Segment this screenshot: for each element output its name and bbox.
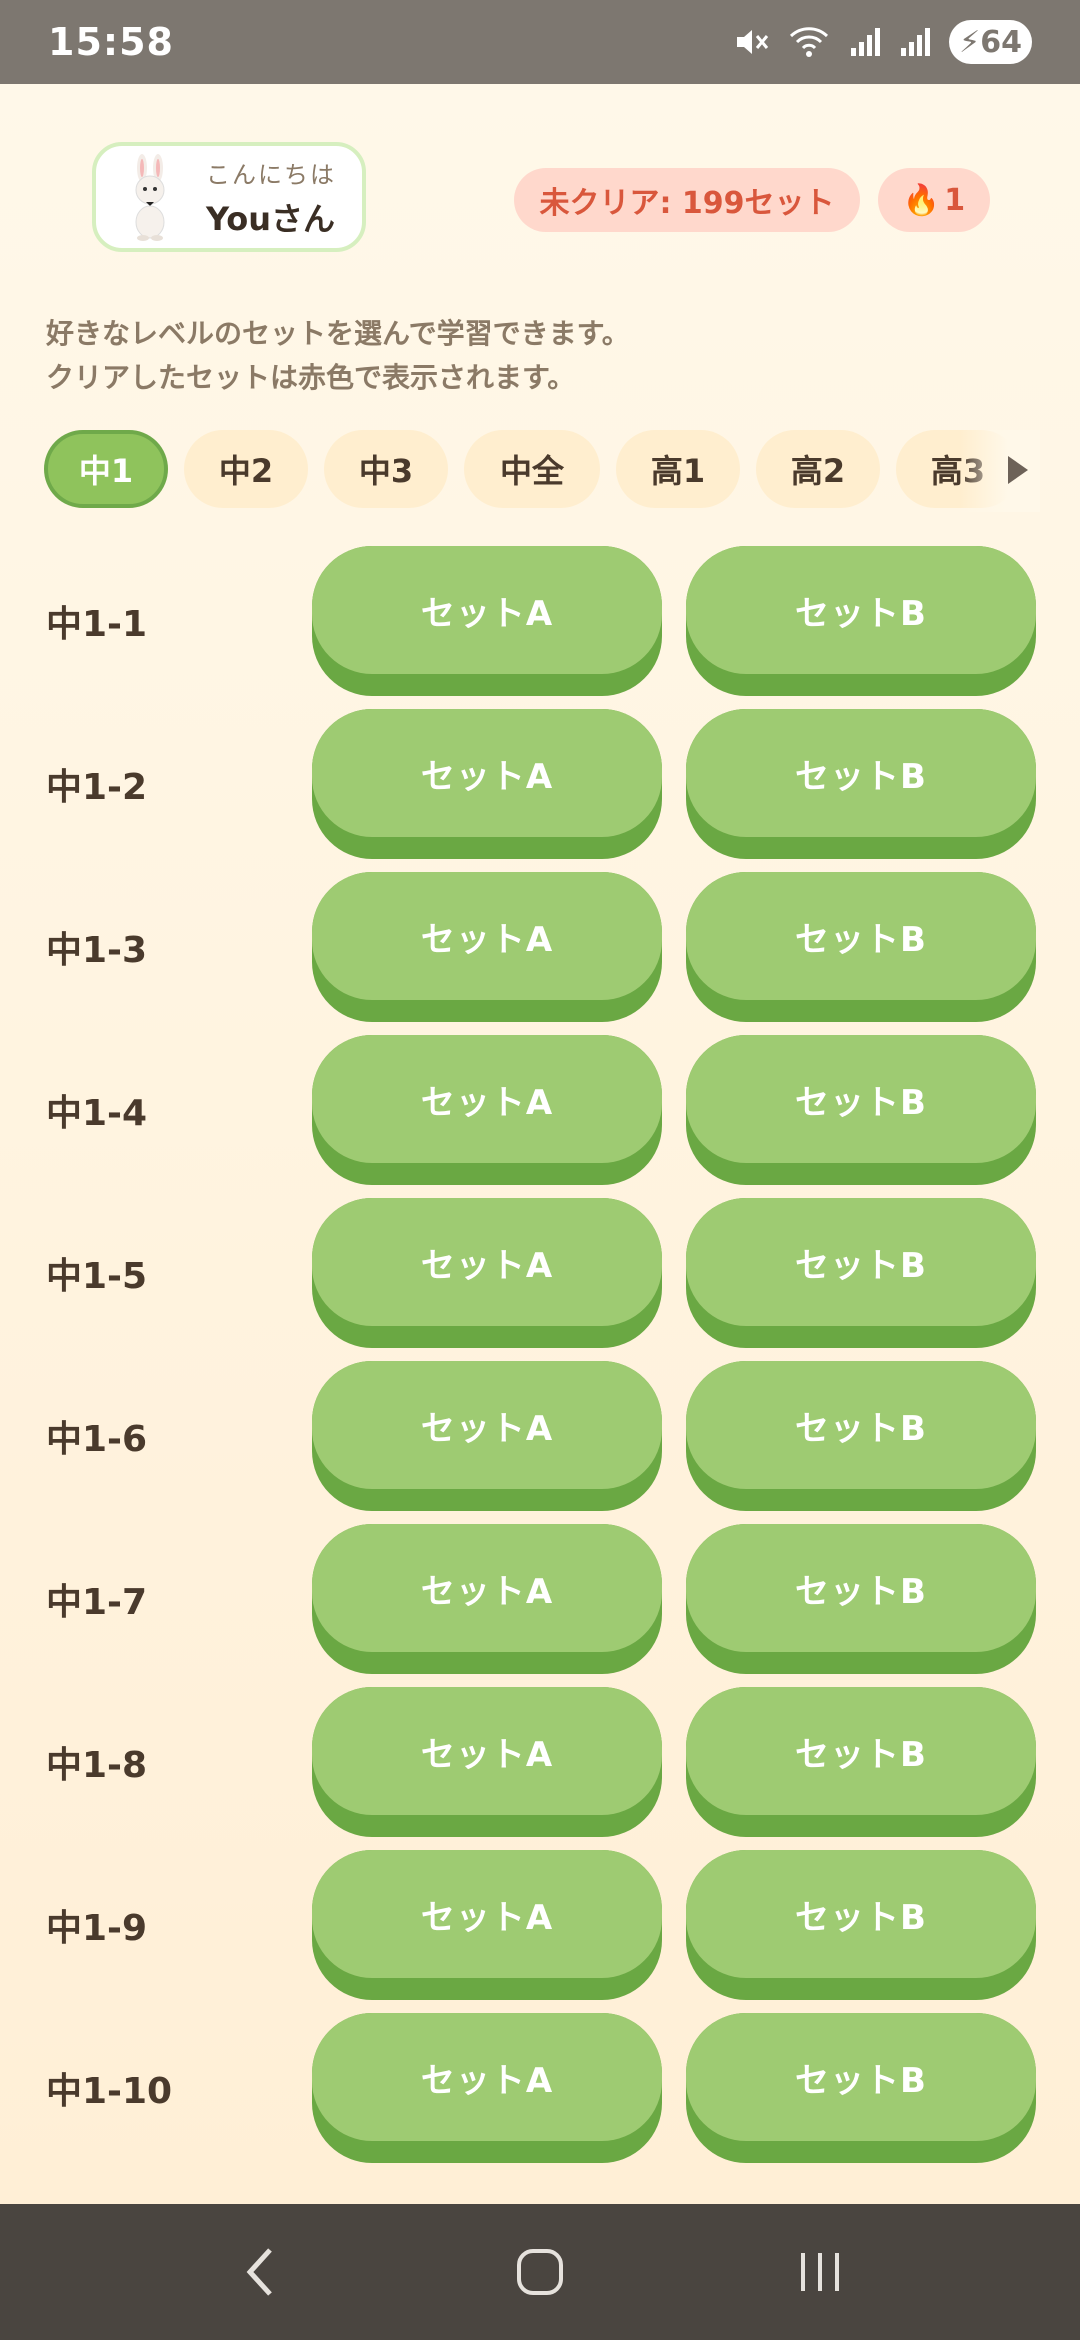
set-row: 中1-2 セットA セットB xyxy=(0,709,1080,872)
set-b-button[interactable]: セットB xyxy=(686,1361,1036,1511)
set-a-button[interactable]: セットA xyxy=(312,1687,662,1837)
user-name: Youさん xyxy=(206,199,336,238)
mute-icon xyxy=(737,30,769,54)
set-a-label: セットA xyxy=(312,1687,662,1815)
instructions-line-1: 好きなレベルのセットを選んで学習できます。 xyxy=(46,317,630,350)
set-b-label: セットB xyxy=(686,1198,1036,1326)
battery-indicator: ⚡ 64 xyxy=(949,20,1032,64)
set-b-label: セットB xyxy=(686,1524,1036,1652)
set-b-button[interactable]: セットB xyxy=(686,1850,1036,2000)
set-a-button[interactable]: セットA xyxy=(312,709,662,859)
set-b-label: セットB xyxy=(686,872,1036,1000)
set-a-button[interactable]: セットA xyxy=(312,1524,662,1674)
row-label: 中1-6 xyxy=(46,1419,148,1460)
home-icon xyxy=(517,2249,563,2295)
home-button[interactable] xyxy=(500,2232,580,2312)
main-content: こんにちは Youさん 未クリア: 199セット 🔥 1 好きなレベルのセットを… xyxy=(0,84,1080,2204)
set-a-button[interactable]: セットA xyxy=(312,1198,662,1348)
instructions-line-2: クリアしたセットは赤色で表示されます。 xyxy=(46,361,576,394)
set-row: 中1-1 セットA セットB xyxy=(0,546,1080,709)
set-b-label: セットB xyxy=(686,1687,1036,1815)
set-row: 中1-4 セットA セットB xyxy=(0,1035,1080,1198)
tab-kou2[interactable]: 高2 xyxy=(756,430,880,508)
row-label: 中1-9 xyxy=(46,1908,148,1949)
set-a-button[interactable]: セットA xyxy=(312,546,662,696)
wifi-icon xyxy=(790,27,829,57)
set-b-label: セットB xyxy=(686,546,1036,674)
set-row: 中1-6 セットA セットB xyxy=(0,1361,1080,1524)
row-label: 中1-1 xyxy=(46,604,148,645)
set-row: 中1-7 セットA セットB xyxy=(0,1524,1080,1687)
set-a-label: セットA xyxy=(312,872,662,1000)
set-row: 中1-10 セットA セットB xyxy=(0,2013,1080,2176)
status-bar: 15:58 ⚡ 64 xyxy=(0,0,1080,84)
greeting-hello: こんにちは xyxy=(206,160,336,189)
set-b-label: セットB xyxy=(686,1361,1036,1489)
set-row: 中1-9 セットA セットB xyxy=(0,1850,1080,2013)
row-label: 中1-2 xyxy=(46,767,148,808)
set-row: 中1-3 セットA セットB xyxy=(0,872,1080,1035)
recents-icon xyxy=(801,2253,839,2291)
fire-icon: 🔥 xyxy=(902,182,941,218)
tab-chu3[interactable]: 中3 xyxy=(324,430,448,508)
set-a-button[interactable]: セットA xyxy=(312,1035,662,1185)
tabs-scroll-right-icon[interactable] xyxy=(1008,456,1028,484)
row-label: 中1-5 xyxy=(46,1256,148,1297)
streak-count: 1 xyxy=(944,182,966,218)
signal-icon xyxy=(851,28,881,56)
instructions-text: 好きなレベルのセットを選んで学習できます。 クリアしたセットは赤色で表示されます… xyxy=(46,312,1026,400)
set-a-label: セットA xyxy=(312,2013,662,2141)
set-b-button[interactable]: セットB xyxy=(686,1687,1036,1837)
user-greeting-card[interactable]: こんにちは Youさん xyxy=(92,142,366,252)
set-b-button[interactable]: セットB xyxy=(686,709,1036,859)
set-b-label: セットB xyxy=(686,709,1036,837)
tab-kou1[interactable]: 高1 xyxy=(616,430,740,508)
tab-chu2[interactable]: 中2 xyxy=(184,430,308,508)
row-label: 中1-3 xyxy=(46,930,148,971)
set-list: 中1-1 セットA セットB 中1-2 セットA セットB 中1-3 セットA … xyxy=(0,546,1080,2176)
set-b-label: セットB xyxy=(686,1035,1036,1163)
back-button[interactable] xyxy=(220,2232,300,2312)
set-a-label: セットA xyxy=(312,1035,662,1163)
row-label: 中1-7 xyxy=(46,1582,148,1623)
set-a-button[interactable]: セットA xyxy=(312,1361,662,1511)
signal-icon-2 xyxy=(901,28,931,56)
tabs-fade xyxy=(960,430,1040,512)
charging-icon: ⚡ xyxy=(959,24,981,60)
row-label: 中1-4 xyxy=(46,1093,148,1134)
set-b-button[interactable]: セットB xyxy=(686,546,1036,696)
level-tabs: 中1 中2 中3 中全 高1 高2 高3 xyxy=(44,430,1044,512)
set-a-label: セットA xyxy=(312,1198,662,1326)
set-a-label: セットA xyxy=(312,1361,662,1489)
set-a-label: セットA xyxy=(312,546,662,674)
rabbit-avatar-icon xyxy=(135,154,165,241)
set-b-button[interactable]: セットB xyxy=(686,1035,1036,1185)
set-a-label: セットA xyxy=(312,709,662,837)
set-a-button[interactable]: セットA xyxy=(312,2013,662,2163)
set-b-label: セットB xyxy=(686,1850,1036,1978)
system-nav-bar xyxy=(0,2204,1080,2340)
set-b-button[interactable]: セットB xyxy=(686,1198,1036,1348)
set-row: 中1-8 セットA セットB xyxy=(0,1687,1080,1850)
tab-chuzen[interactable]: 中全 xyxy=(464,430,600,508)
set-b-button[interactable]: セットB xyxy=(686,872,1036,1022)
set-b-button[interactable]: セットB xyxy=(686,1524,1036,1674)
tab-chu1[interactable]: 中1 xyxy=(44,430,168,508)
set-a-button[interactable]: セットA xyxy=(312,1850,662,2000)
status-time: 15:58 xyxy=(48,20,174,64)
set-b-label: セットB xyxy=(686,2013,1036,2141)
set-b-button[interactable]: セットB xyxy=(686,2013,1036,2163)
recents-button[interactable] xyxy=(780,2232,860,2312)
set-a-label: セットA xyxy=(312,1850,662,1978)
status-icons: ⚡ 64 xyxy=(733,20,1032,64)
set-a-label: セットA xyxy=(312,1524,662,1652)
streak-badge: 🔥 1 xyxy=(878,168,990,232)
uncleared-count-badge: 未クリア: 199セット xyxy=(514,168,860,232)
battery-level: 64 xyxy=(980,24,1022,60)
back-icon xyxy=(246,2248,272,2296)
row-label: 中1-10 xyxy=(46,2071,173,2112)
row-label: 中1-8 xyxy=(46,1745,148,1786)
set-a-button[interactable]: セットA xyxy=(312,872,662,1022)
set-row: 中1-5 セットA セットB xyxy=(0,1198,1080,1361)
